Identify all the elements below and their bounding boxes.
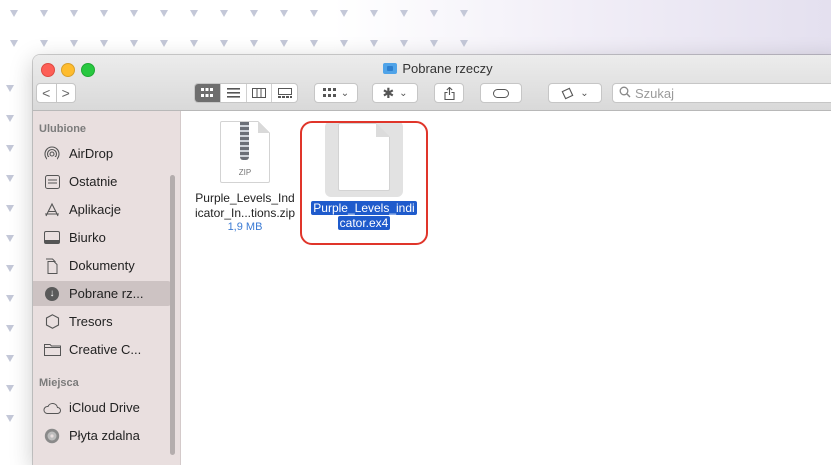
sidebar-item-desktop[interactable]: Biurko bbox=[33, 225, 171, 250]
column-view-icon bbox=[251, 88, 266, 98]
file-item-zip[interactable]: ZIP Purple_Levels_Ind icator_In...tions.… bbox=[183, 121, 307, 234]
sidebar-item-downloads[interactable]: ↓ Pobrane rz... bbox=[33, 281, 171, 306]
edit-tags-button[interactable] bbox=[480, 83, 522, 103]
search-field[interactable]: Szukaj bbox=[612, 83, 831, 103]
sidebar-item-tresors[interactable]: Tresors bbox=[33, 309, 171, 334]
file-name-line1: Purple_Levels_Ind bbox=[195, 191, 295, 205]
list-view-icon bbox=[226, 88, 240, 98]
sidebar-item-label: Dokumenty bbox=[69, 258, 135, 273]
view-mode-control bbox=[194, 83, 298, 103]
sidebar-item-remote-disc[interactable]: Płyta zdalna bbox=[33, 423, 171, 448]
share-button[interactable] bbox=[434, 83, 464, 103]
zip-kind-label: ZIP bbox=[238, 168, 252, 177]
folder-icon bbox=[43, 341, 61, 359]
sidebar: Ulubione AirDrop Ostatnie Aplikacje Biur… bbox=[33, 111, 181, 465]
disc-icon bbox=[43, 427, 61, 445]
sidebar-scrollbar[interactable] bbox=[170, 175, 175, 455]
sidebar-item-label: Ostatnie bbox=[69, 174, 118, 189]
back-button[interactable]: < bbox=[37, 84, 56, 102]
search-icon bbox=[619, 86, 631, 101]
sidebar-item-documents[interactable]: Dokumenty bbox=[33, 253, 171, 278]
airdrop-icon bbox=[43, 145, 61, 163]
window-title-text: Pobrane rzeczy bbox=[402, 61, 493, 76]
sidebar-header-favorites: Ulubione bbox=[39, 123, 87, 135]
action-menu-button[interactable]: ✱ ⌄ bbox=[372, 83, 418, 103]
list-view-button[interactable] bbox=[219, 84, 246, 102]
zip-file-icon: ZIP bbox=[220, 121, 270, 183]
finder-window: Pobrane rzeczy < > ⌄ ✱ ⌄ ⌄ Szukaj Ulubio… bbox=[33, 55, 831, 465]
search-placeholder: Szukaj bbox=[635, 85, 675, 101]
sidebar-item-recents[interactable]: Ostatnie bbox=[33, 169, 171, 194]
file-size: 1,9 MB bbox=[227, 221, 263, 233]
window-title: Pobrane rzeczy bbox=[33, 61, 831, 77]
chevron-left-icon: < bbox=[42, 85, 51, 101]
chevron-down-icon: ⌄ bbox=[580, 87, 589, 99]
file-browser: ZIP Purple_Levels_Ind icator_In...tions.… bbox=[181, 111, 831, 465]
applications-icon bbox=[43, 201, 61, 219]
gallery-view-button[interactable] bbox=[271, 84, 297, 102]
tag-outline-icon bbox=[561, 87, 574, 99]
tresors-icon bbox=[43, 313, 61, 331]
chevron-right-icon: > bbox=[61, 85, 70, 101]
file-name-line2: icator_In...tions.zip bbox=[194, 206, 296, 220]
sidebar-item-label: Pobrane rz... bbox=[69, 286, 144, 301]
sidebar-item-label: Aplikacje bbox=[69, 202, 122, 217]
tag-icon bbox=[493, 88, 509, 98]
tag-filter-button[interactable]: ⌄ bbox=[548, 83, 602, 103]
sidebar-item-label: AirDrop bbox=[69, 146, 114, 161]
recents-icon bbox=[43, 173, 61, 191]
sidebar-item-label: Tresors bbox=[69, 314, 113, 329]
nav-buttons: < > bbox=[36, 83, 76, 103]
icon-view-icon bbox=[201, 88, 214, 97]
documents-icon bbox=[43, 257, 61, 275]
gear-icon: ✱ bbox=[382, 84, 395, 101]
gallery-view-icon bbox=[277, 88, 292, 98]
annotation-highlight-ring bbox=[300, 121, 428, 245]
icon-view-button[interactable] bbox=[195, 84, 220, 102]
desktop-icon bbox=[43, 229, 61, 247]
sidebar-item-icloud-drive[interactable]: iCloud Drive bbox=[33, 395, 171, 420]
downloads-icon: ↓ bbox=[43, 285, 61, 303]
group-by-button[interactable]: ⌄ bbox=[314, 83, 358, 103]
sidebar-item-creative-cloud[interactable]: Creative C... bbox=[33, 337, 171, 362]
chevron-down-icon: ⌄ bbox=[340, 87, 350, 99]
forward-button[interactable]: > bbox=[55, 84, 76, 102]
sidebar-item-airdrop[interactable]: AirDrop bbox=[33, 141, 171, 166]
sidebar-item-label: iCloud Drive bbox=[69, 400, 140, 415]
sidebar-item-label: Płyta zdalna bbox=[69, 428, 140, 443]
grid-icon bbox=[322, 88, 336, 97]
chevron-down-icon: ⌄ bbox=[399, 87, 408, 99]
sidebar-item-applications[interactable]: Aplikacje bbox=[33, 197, 171, 222]
sidebar-header-places: Miejsca bbox=[39, 377, 79, 389]
column-view-button[interactable] bbox=[245, 84, 272, 102]
share-icon bbox=[443, 86, 455, 100]
sidebar-item-label: Creative C... bbox=[69, 342, 142, 357]
folder-icon bbox=[383, 63, 398, 74]
sidebar-item-label: Biurko bbox=[69, 230, 106, 245]
cloud-icon bbox=[43, 399, 61, 417]
titlebar: Pobrane rzeczy < > ⌄ ✱ ⌄ ⌄ Szukaj bbox=[33, 55, 831, 111]
